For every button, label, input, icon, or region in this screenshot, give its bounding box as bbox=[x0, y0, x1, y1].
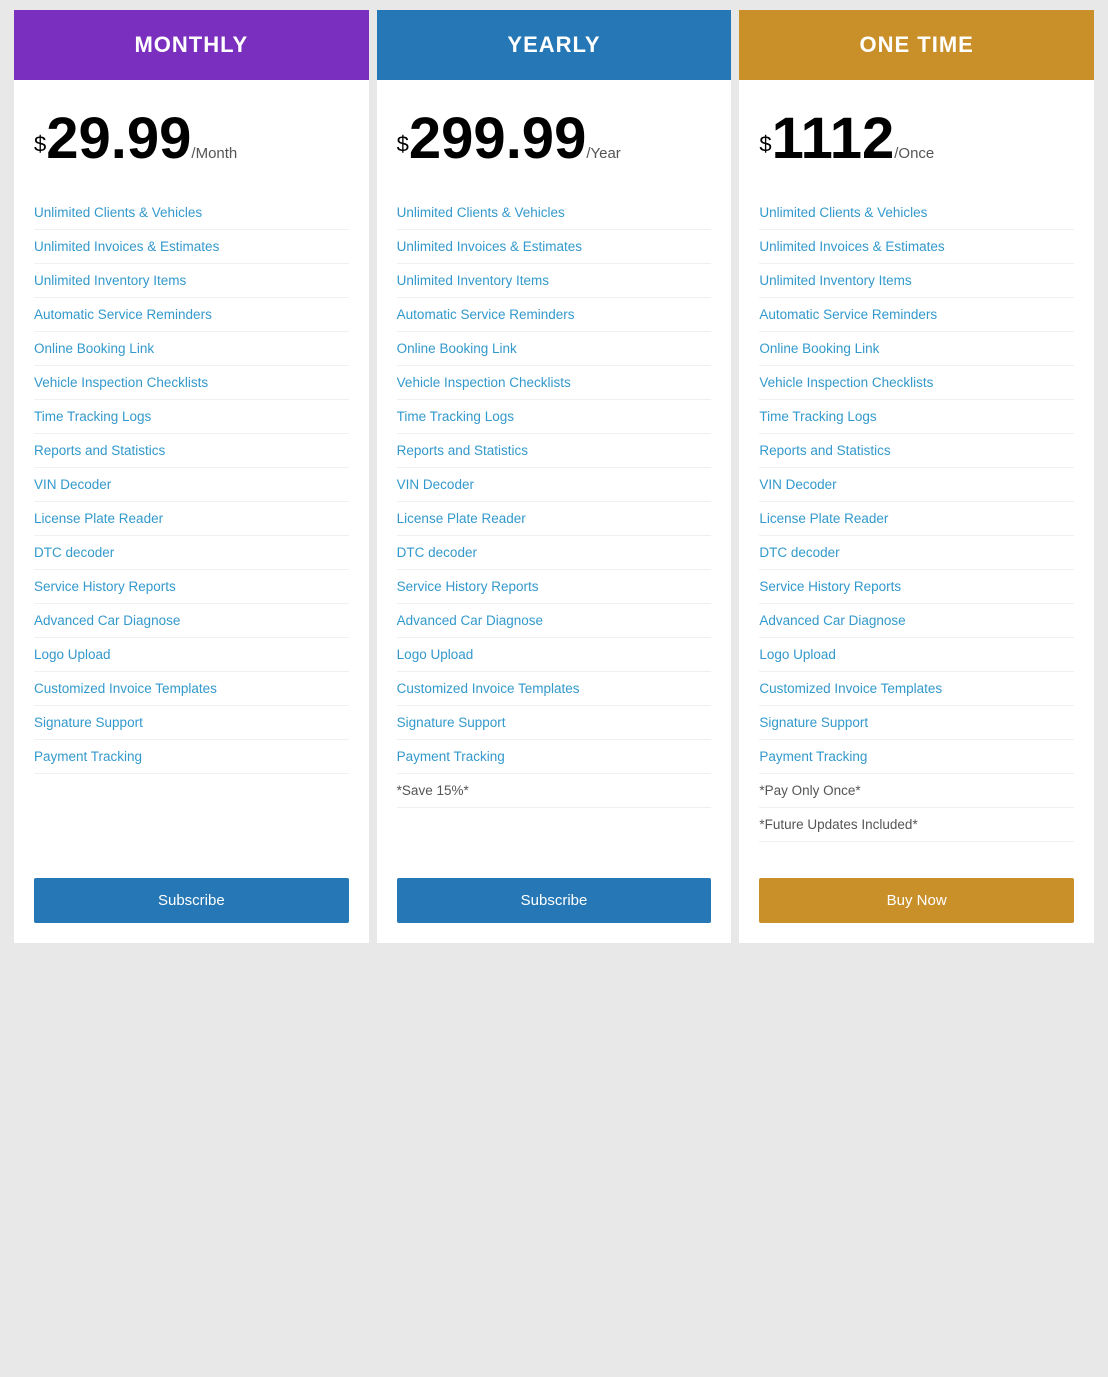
yearly-feature-13: Logo Upload bbox=[397, 638, 712, 672]
yearly-footer: Subscribe bbox=[377, 862, 732, 943]
monthly-feature-13: Logo Upload bbox=[34, 638, 349, 672]
onetime-feature-12: Advanced Car Diagnose bbox=[759, 604, 1074, 638]
pricing-container: MONTHLY $29.99/Month Unlimited Clients & V… bbox=[10, 10, 1098, 943]
yearly-features-list: Unlimited Clients & VehiclesUnlimited In… bbox=[397, 196, 712, 842]
yearly-feature-14: Customized Invoice Templates bbox=[397, 672, 712, 706]
yearly-cta-button[interactable]: Subscribe bbox=[397, 878, 712, 923]
onetime-cta-button[interactable]: Buy Now bbox=[759, 878, 1074, 923]
monthly-feature-7: Reports and Statistics bbox=[34, 434, 349, 468]
yearly-feature-16: Payment Tracking bbox=[397, 740, 712, 774]
monthly-feature-16: Payment Tracking bbox=[34, 740, 349, 774]
onetime-feature-1: Unlimited Invoices & Estimates bbox=[759, 230, 1074, 264]
pricing-card-monthly: MONTHLY $29.99/Month Unlimited Clients & V… bbox=[14, 10, 369, 943]
onetime-feature-4: Online Booking Link bbox=[759, 332, 1074, 366]
monthly-footer: Subscribe bbox=[14, 862, 369, 943]
onetime-period: /Once bbox=[894, 145, 934, 162]
yearly-feature-10: DTC decoder bbox=[397, 536, 712, 570]
onetime-feature-0: Unlimited Clients & Vehicles bbox=[759, 196, 1074, 230]
yearly-feature-5: Vehicle Inspection Checklists bbox=[397, 366, 712, 400]
monthly-currency: $ bbox=[34, 132, 46, 157]
monthly-feature-12: Advanced Car Diagnose bbox=[34, 604, 349, 638]
yearly-amount: 299.99 bbox=[409, 106, 586, 171]
onetime-feature-13: Logo Upload bbox=[759, 638, 1074, 672]
onetime-currency: $ bbox=[759, 132, 771, 157]
onetime-feature-14: Customized Invoice Templates bbox=[759, 672, 1074, 706]
monthly-price-block: $29.99/Month bbox=[34, 110, 349, 168]
monthly-feature-3: Automatic Service Reminders bbox=[34, 298, 349, 332]
monthly-cta-button[interactable]: Subscribe bbox=[34, 878, 349, 923]
monthly-feature-10: DTC decoder bbox=[34, 536, 349, 570]
yearly-feature-17: *Save 15%* bbox=[397, 774, 712, 808]
monthly-header: MONTHLY bbox=[14, 10, 369, 80]
yearly-feature-8: VIN Decoder bbox=[397, 468, 712, 502]
onetime-price-block: $1112/Once bbox=[759, 110, 1074, 168]
yearly-feature-3: Automatic Service Reminders bbox=[397, 298, 712, 332]
yearly-price-block: $299.99/Year bbox=[397, 110, 712, 168]
monthly-feature-15: Signature Support bbox=[34, 706, 349, 740]
onetime-header: ONE TIME bbox=[739, 10, 1094, 80]
onetime-feature-6: Time Tracking Logs bbox=[759, 400, 1074, 434]
yearly-feature-12: Advanced Car Diagnose bbox=[397, 604, 712, 638]
monthly-feature-4: Online Booking Link bbox=[34, 332, 349, 366]
monthly-feature-0: Unlimited Clients & Vehicles bbox=[34, 196, 349, 230]
onetime-feature-8: VIN Decoder bbox=[759, 468, 1074, 502]
yearly-feature-7: Reports and Statistics bbox=[397, 434, 712, 468]
onetime-feature-7: Reports and Statistics bbox=[759, 434, 1074, 468]
monthly-period: /Month bbox=[191, 145, 237, 162]
monthly-feature-8: VIN Decoder bbox=[34, 468, 349, 502]
yearly-period: /Year bbox=[586, 145, 620, 162]
yearly-feature-2: Unlimited Inventory Items bbox=[397, 264, 712, 298]
monthly-feature-1: Unlimited Invoices & Estimates bbox=[34, 230, 349, 264]
onetime-feature-9: License Plate Reader bbox=[759, 502, 1074, 536]
pricing-card-onetime: ONE TIME $1112/Once Unlimited Clients & Ve… bbox=[739, 10, 1094, 943]
onetime-amount: 1112 bbox=[772, 106, 895, 171]
onetime-footer: Buy Now bbox=[739, 862, 1094, 943]
yearly-header: YEARLY bbox=[377, 10, 732, 80]
onetime-feature-15: Signature Support bbox=[759, 706, 1074, 740]
monthly-amount: 29.99 bbox=[46, 106, 191, 171]
yearly-currency: $ bbox=[397, 132, 409, 157]
monthly-features-list: Unlimited Clients & VehiclesUnlimited In… bbox=[34, 196, 349, 842]
yearly-feature-1: Unlimited Invoices & Estimates bbox=[397, 230, 712, 264]
yearly-feature-0: Unlimited Clients & Vehicles bbox=[397, 196, 712, 230]
yearly-feature-15: Signature Support bbox=[397, 706, 712, 740]
monthly-body: $29.99/Month Unlimited Clients & Vehicles… bbox=[14, 80, 369, 862]
yearly-feature-9: License Plate Reader bbox=[397, 502, 712, 536]
monthly-feature-2: Unlimited Inventory Items bbox=[34, 264, 349, 298]
monthly-feature-6: Time Tracking Logs bbox=[34, 400, 349, 434]
onetime-feature-16: Payment Tracking bbox=[759, 740, 1074, 774]
monthly-feature-11: Service History Reports bbox=[34, 570, 349, 604]
onetime-feature-2: Unlimited Inventory Items bbox=[759, 264, 1074, 298]
yearly-feature-11: Service History Reports bbox=[397, 570, 712, 604]
onetime-feature-18: *Future Updates Included* bbox=[759, 808, 1074, 842]
onetime-feature-10: DTC decoder bbox=[759, 536, 1074, 570]
onetime-feature-11: Service History Reports bbox=[759, 570, 1074, 604]
monthly-feature-9: License Plate Reader bbox=[34, 502, 349, 536]
monthly-feature-14: Customized Invoice Templates bbox=[34, 672, 349, 706]
onetime-feature-3: Automatic Service Reminders bbox=[759, 298, 1074, 332]
yearly-feature-6: Time Tracking Logs bbox=[397, 400, 712, 434]
onetime-body: $1112/OnceUnlimited Clients & VehiclesUn… bbox=[739, 80, 1094, 862]
onetime-feature-17: *Pay Only Once* bbox=[759, 774, 1074, 808]
onetime-features-list: Unlimited Clients & VehiclesUnlimited In… bbox=[759, 196, 1074, 842]
pricing-card-yearly: YEARLY $299.99/Year Unlimited Clients & Ve… bbox=[377, 10, 732, 943]
yearly-body: $299.99/Year Unlimited Clients & Vehicles… bbox=[377, 80, 732, 862]
yearly-feature-4: Online Booking Link bbox=[397, 332, 712, 366]
onetime-feature-5: Vehicle Inspection Checklists bbox=[759, 366, 1074, 400]
monthly-feature-5: Vehicle Inspection Checklists bbox=[34, 366, 349, 400]
